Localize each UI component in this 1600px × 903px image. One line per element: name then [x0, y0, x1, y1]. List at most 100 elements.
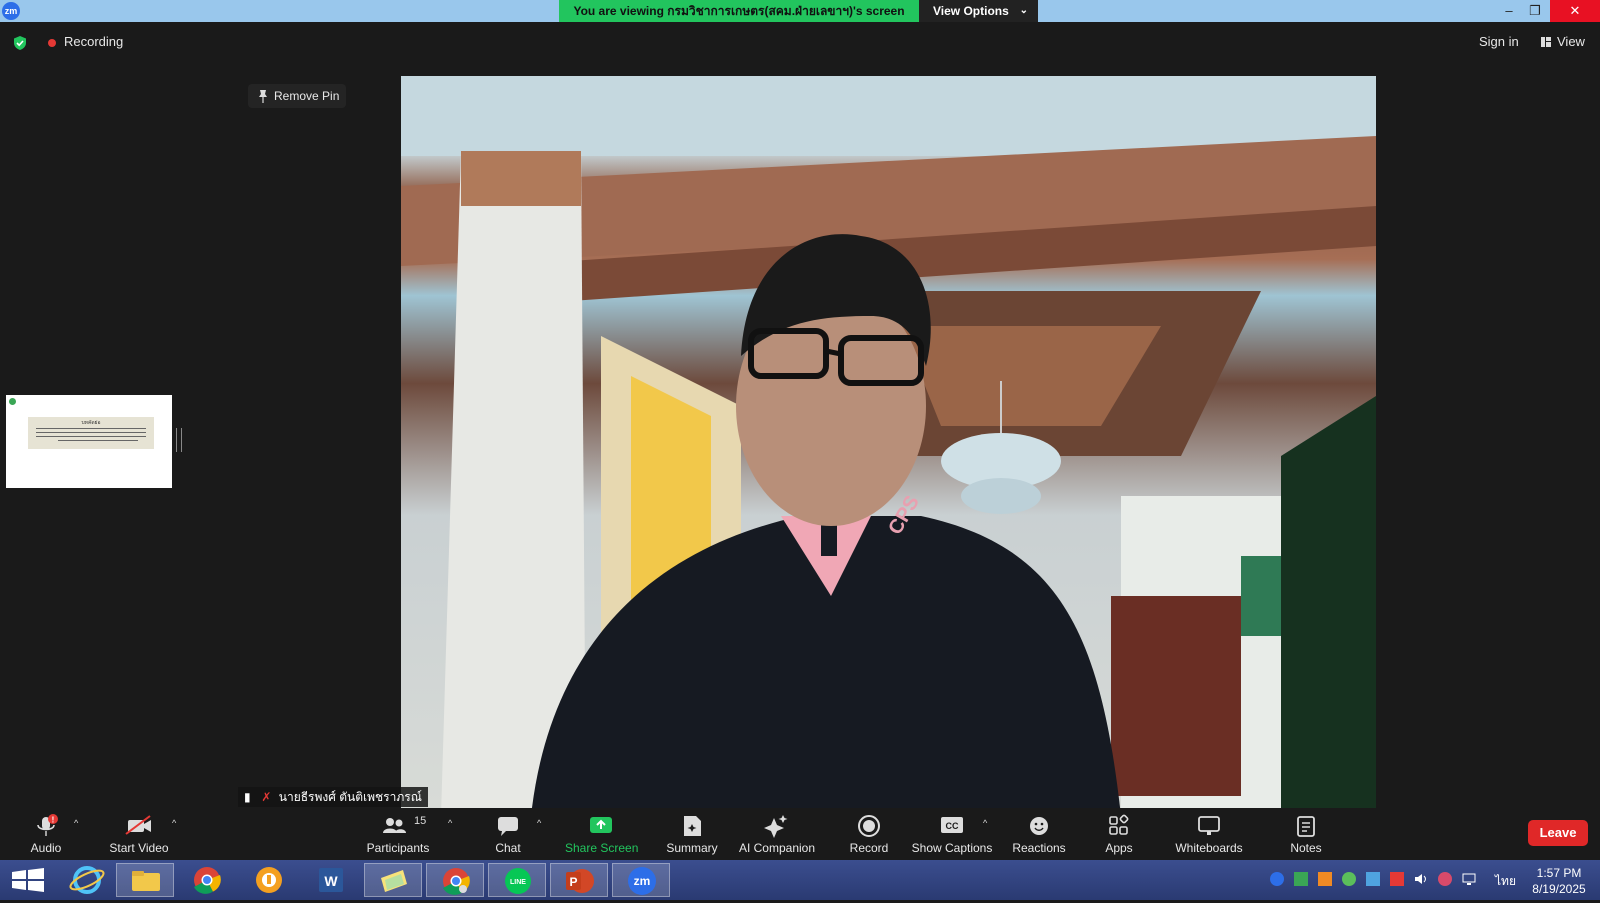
app-tray-icon[interactable] — [1318, 872, 1332, 886]
notes-icon — [1297, 816, 1315, 837]
input-language-indicator[interactable]: ไทย — [1495, 872, 1516, 891]
remove-pin-button[interactable]: Remove Pin — [248, 84, 346, 108]
windows-start-icon — [12, 868, 44, 892]
audio-options-caret-icon[interactable]: ^ — [74, 818, 78, 828]
reactions-button[interactable]: Reactions — [1010, 808, 1068, 860]
start-video-button[interactable]: Start Video — [104, 808, 174, 860]
zoom-taskbar-item[interactable]: zm — [612, 863, 670, 897]
leave-meeting-button[interactable]: Leave — [1528, 820, 1588, 846]
chrome-taskbar-item[interactable] — [178, 863, 236, 897]
participants-button[interactable]: 15 Participants — [364, 808, 432, 860]
start-video-label: Start Video — [109, 841, 169, 855]
monitor-tray-icon[interactable] — [1366, 872, 1380, 886]
view-options-button[interactable]: View Options ⌄ — [919, 0, 1038, 22]
taskbar-clock-time[interactable]: 1:57 PM — [1524, 866, 1594, 880]
share-screen-button[interactable]: Share Screen — [565, 808, 639, 860]
vpn-taskbar-item[interactable] — [240, 863, 298, 897]
network-icon[interactable] — [1462, 872, 1476, 886]
sticky-notes-icon — [381, 870, 407, 892]
sign-in-link[interactable]: Sign in — [1479, 34, 1519, 49]
share-screen-label: Share Screen — [565, 841, 639, 855]
line-taskbar-item[interactable]: LINE — [488, 863, 546, 897]
panel-resize-handle[interactable] — [176, 428, 182, 452]
chat-bubble-icon — [498, 817, 518, 836]
summary-document-icon — [684, 816, 701, 836]
participants-options-caret-icon[interactable]: ^ — [448, 818, 452, 828]
whiteboards-label: Whiteboards — [1175, 841, 1243, 855]
minimize-button[interactable]: – — [1496, 0, 1522, 22]
notes-button[interactable]: Notes — [1282, 808, 1330, 860]
thumbnail-document: บทคัดย่อ — [28, 417, 154, 449]
antivirus-tray-icon[interactable] — [1390, 872, 1404, 886]
encryption-shield-icon[interactable] — [12, 35, 28, 51]
show-captions-label: Show Captions — [911, 841, 993, 855]
view-button[interactable]: View — [1557, 34, 1585, 49]
pin-icon — [259, 90, 267, 103]
chrome-profile-icon — [443, 868, 470, 895]
shared-screen-thumbnail[interactable]: บทคัดย่อ — [6, 395, 172, 488]
internet-explorer-taskbar-item[interactable] — [58, 863, 116, 897]
audio-label: Audio — [30, 841, 62, 855]
file-explorer-taskbar-item[interactable] — [116, 863, 174, 897]
internet-explorer-icon — [69, 866, 105, 894]
summary-label: Summary — [666, 841, 718, 855]
word-icon: W — [319, 868, 343, 892]
participant-name-tag: ▮ ✗ นายธีรพงศ์ ตันติเพชราภรณ์ — [238, 787, 428, 807]
sparkle-icon — [764, 815, 788, 838]
view-options-label: View Options — [933, 4, 1009, 18]
zoom-tray-icon[interactable] — [1270, 872, 1284, 886]
video-options-caret-icon[interactable]: ^ — [172, 818, 176, 828]
sync-tray-icon[interactable] — [1438, 872, 1452, 886]
restore-button[interactable]: ❐ — [1522, 0, 1548, 22]
volume-icon[interactable] — [1414, 872, 1428, 886]
network-status-tray-icon[interactable] — [1342, 872, 1356, 886]
captions-options-caret-icon[interactable]: ^ — [983, 818, 987, 828]
doc-text-line — [36, 432, 146, 433]
summary-button[interactable]: Summary — [664, 808, 720, 860]
video-frame-illustration: CPS — [401, 76, 1376, 808]
view-grid-icon[interactable] — [1541, 37, 1551, 47]
audio-button[interactable]: ! Audio — [20, 808, 72, 860]
chat-options-caret-icon[interactable]: ^ — [537, 818, 541, 828]
sticky-notes-taskbar-item[interactable] — [364, 863, 422, 897]
recording-dot-icon — [48, 39, 56, 47]
security-tray-icon[interactable] — [1294, 872, 1308, 886]
apps-grid-icon — [1109, 814, 1129, 835]
doc-text-line — [36, 428, 146, 429]
participant-name: นายธีรพงศ์ ตันติเพชราภรณ์ — [278, 790, 422, 804]
show-captions-button[interactable]: CC Show Captions — [910, 808, 994, 860]
folder-icon — [132, 871, 160, 891]
ai-companion-button[interactable]: AI Companion — [736, 808, 818, 860]
zoom-letters: zm — [634, 874, 651, 888]
reactions-label: Reactions — [1012, 841, 1066, 855]
chrome-profile-taskbar-item[interactable] — [426, 863, 484, 897]
apps-label: Apps — [1105, 841, 1133, 855]
microphone-icon: ! — [37, 814, 58, 836]
windows-taskbar: W LINE P zm — [0, 860, 1600, 900]
record-label: Record — [849, 841, 889, 855]
remove-pin-label: Remove Pin — [274, 89, 340, 103]
captions-icon-text: CC — [946, 821, 959, 831]
word-taskbar-item[interactable]: W — [302, 863, 360, 897]
whiteboards-button[interactable]: Whiteboards — [1170, 808, 1248, 860]
apps-button[interactable]: Apps — [1100, 808, 1138, 860]
doc-text-line — [36, 436, 146, 437]
meeting-toolbar: ! Audio ^ Start Video ^ 15 Participants … — [0, 808, 1600, 860]
thumbnail-doc-title: บทคัดย่อ — [81, 420, 101, 426]
powerpoint-letter: P — [569, 875, 577, 889]
audio-warning-badge: ! — [52, 816, 55, 825]
viewing-screen-banner: You are viewing กรมวิชาการเกษตร(สคม.ฝ่าย… — [559, 0, 919, 22]
participants-icon: 15 — [383, 815, 426, 833]
record-button[interactable]: Record — [843, 808, 895, 860]
share-status-dot-icon — [9, 398, 16, 405]
line-app-icon: LINE — [505, 868, 531, 894]
chat-button[interactable]: Chat — [490, 808, 526, 860]
close-window-button[interactable]: ✕ — [1550, 0, 1600, 22]
pinned-participant-video[interactable]: CPS — [401, 76, 1376, 808]
ai-companion-label: AI Companion — [738, 841, 816, 855]
powerpoint-taskbar-item[interactable]: P — [550, 863, 608, 897]
zoom-app-icon: zm — [628, 867, 656, 895]
chrome-icon — [194, 867, 221, 894]
start-button[interactable] — [0, 863, 58, 897]
taskbar-clock-date[interactable]: 8/19/2025 — [1524, 882, 1594, 896]
